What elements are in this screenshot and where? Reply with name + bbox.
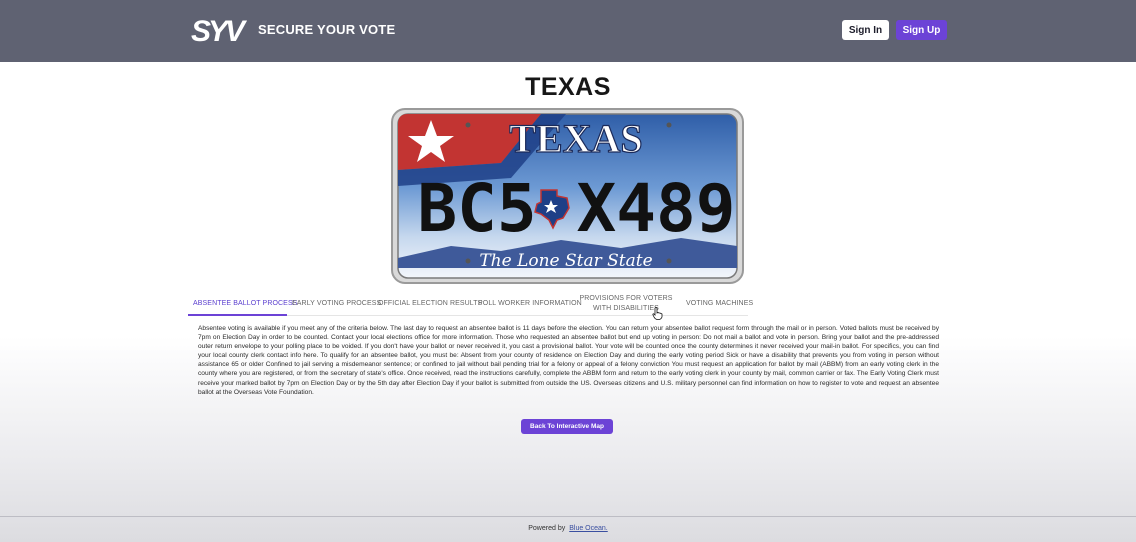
tab-early-voting-process[interactable]: EARLY VOTING PROCESS	[292, 299, 381, 309]
active-tab-indicator	[188, 314, 287, 316]
tab-official-election-results[interactable]: OFFICIAL ELECTION RESULTS	[378, 299, 482, 309]
sign-up-button[interactable]: Sign Up	[896, 20, 947, 40]
tab-absentee-ballot-process[interactable]: ABSENTEE BALLOT PROCESS	[193, 299, 297, 309]
svg-text:SYV: SYV	[191, 15, 247, 45]
footer-divider	[0, 516, 1136, 517]
svg-text:X489: X489	[577, 170, 736, 247]
syv-logo[interactable]: SYV	[191, 15, 247, 45]
tab-provisions-for-voters-with-disabilities[interactable]: PROVISIONS FOR VOTERS WITH DISABILITIES	[571, 294, 681, 314]
svg-text:BC5: BC5	[417, 170, 536, 247]
svg-text:TEXAS: TEXAS	[509, 116, 642, 161]
tab-voting-machines[interactable]: VOTING MACHINES	[686, 299, 753, 309]
license-plate-image: TEXAS BC5 X489 The Lone Star State	[391, 108, 744, 284]
brand-name: SECURE YOUR VOTE	[258, 22, 396, 37]
hand-pointer-cursor-icon	[652, 307, 663, 320]
powered-by-label: Powered by	[528, 525, 566, 532]
absentee-ballot-info: Absentee voting is available if you meet…	[198, 325, 939, 396]
svg-text:The Lone Star State: The Lone Star State	[479, 251, 652, 271]
back-to-map-button[interactable]: Back To Interactive Map	[521, 419, 613, 434]
state-title: TEXAS	[525, 73, 611, 101]
footer: Powered by Blue Ocean.	[0, 525, 1136, 532]
sign-in-button[interactable]: Sign In	[842, 20, 889, 40]
tab-poll-worker-information[interactable]: POLL WORKER INFORMATION	[478, 299, 582, 309]
top-navbar: SYV SECURE YOUR VOTE Sign In Sign Up	[0, 0, 1136, 62]
blue-ocean-link[interactable]: Blue Ocean.	[569, 525, 608, 532]
